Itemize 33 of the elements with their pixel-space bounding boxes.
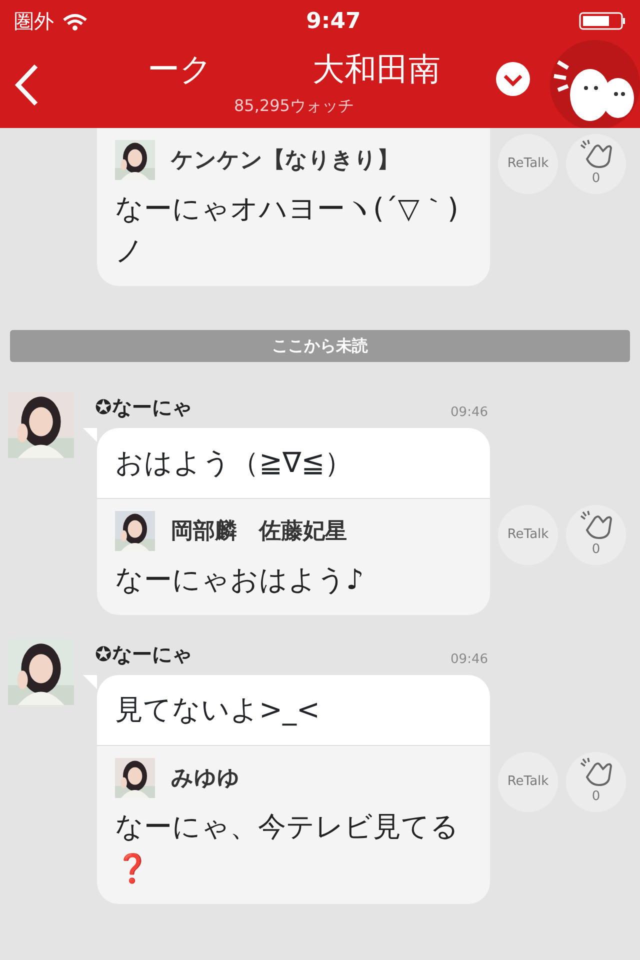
message-time: 09:46 [450,404,488,422]
message-bubble: 見てないよ>_< [97,675,490,746]
reply-text: なーにゃ、今テレビ見てる❓ [115,809,460,887]
bubble-tail [83,675,97,689]
mascot-icon[interactable] [550,40,640,128]
back-icon[interactable] [14,64,40,106]
clap-icon [579,139,613,170]
reply-author: みゆゆ [171,764,240,792]
carrier-label: 圏外 [14,8,54,35]
clap-button[interactable]: 0 [566,134,626,194]
clock-time: 9:47 [306,8,361,36]
author-name: ✪なーにゃ [95,394,192,421]
clap-icon [579,510,613,540]
message-bubble: おはよう（≧∇≦） [97,428,490,499]
retalk-button[interactable]: ReTalk [498,134,558,194]
message-time: 09:46 [450,650,488,668]
reply-text: なーにゃオハヨーヽ(´▽｀)ノ [115,191,460,269]
retalk-button[interactable]: ReTalk [498,505,558,565]
chevron-down-icon[interactable] [496,62,530,96]
reply-text: なーにゃおはよう♪ [115,562,365,598]
author-name: ✪なーにゃ [95,641,192,668]
reply-author: ケンケン【なりきり】 [171,146,399,174]
bubble-tail [83,428,97,442]
channel-title: 大和田南 [312,52,440,88]
clap-icon [579,757,613,788]
watch-count: 85,295ウォッチ [234,94,354,117]
battery-icon [578,12,626,30]
reply-author: 岡部麟 佐藤妃星 [171,518,347,546]
channel-title: ーク [148,52,212,88]
clap-button[interactable]: 0 [566,752,626,812]
retalk-button[interactable]: ReTalk [498,752,558,812]
clap-button[interactable]: 0 [566,505,626,565]
wifi-icon [62,12,88,30]
